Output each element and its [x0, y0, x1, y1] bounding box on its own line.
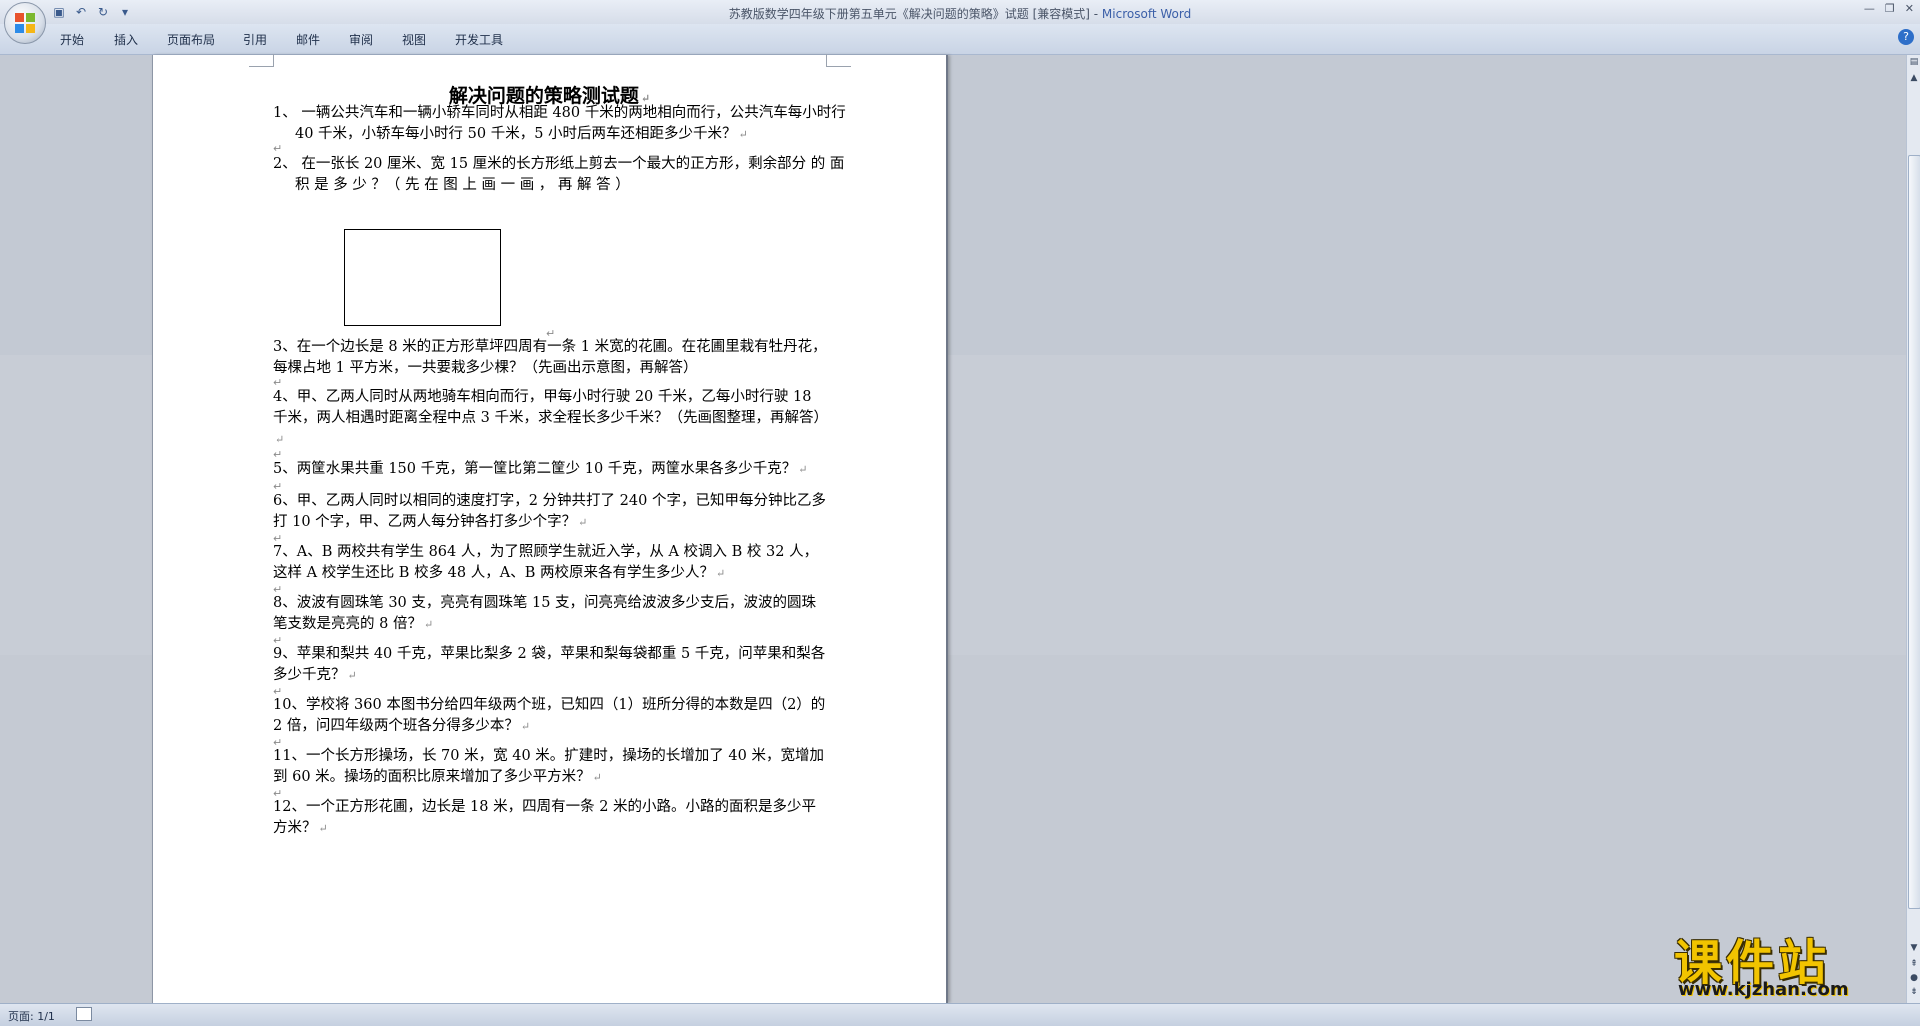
office-logo-icon [15, 13, 35, 33]
tab-page-layout[interactable]: 页面布局 [167, 31, 215, 48]
paragraph-mark: ↵ [318, 822, 328, 835]
question-11: 11、一个长方形操场，长 70 米，宽 40 米。扩建时，操场的长增加了 40 … [273, 746, 828, 788]
question-2: 2、 在一张长 20 厘米、宽 15 厘米的长方形纸上剪去一个最大的正方形，剩余… [273, 154, 850, 196]
minimize-button[interactable]: — [1864, 2, 1875, 15]
tab-review[interactable]: 审阅 [349, 31, 373, 48]
tab-mailings[interactable]: 邮件 [296, 31, 320, 48]
tab-home[interactable]: 开始 [60, 31, 84, 48]
watermark-url: www.kjzhan.com [1678, 979, 1849, 1000]
tab-references[interactable]: 引用 [243, 31, 267, 48]
ribbon-tab-bar: 开始 插入 页面布局 引用 邮件 审阅 视图 开发工具 ? [0, 24, 1920, 55]
vertical-scrollbar[interactable]: ▤ ▲ ▼ ⇞ ● ⇟ [1906, 55, 1920, 1003]
question-10: 10、学校将 360 本图书分给四年级两个班，已知四（1）班所分得的本数是四（2… [273, 695, 828, 737]
question-4: 4、甲、乙两人同时从两地骑车相向而行，甲每小时行驶 20 千米，乙每小时行驶 1… [273, 387, 828, 450]
scroll-down-icon[interactable]: ▼ [1908, 943, 1920, 957]
question-text: 5、两筐水果共重 150 千克，第一筐比第二筐少 10 千克，两筐水果各多少千克… [273, 461, 797, 477]
paragraph-mark: ↵ [715, 567, 726, 580]
document-page[interactable]: 解决问题的策略测试题 ↵ 1、 一辆公共汽车和一辆小轿车同时从相距 480 千米的… [152, 54, 948, 1003]
paragraph-mark: ↵ [738, 128, 748, 141]
question-text: 8、波波有圆珠笔 30 支，亮亮有圆珠笔 15 支，问亮亮给波波多少支后，波波的… [273, 595, 817, 632]
watermark-logo: 课件站 www.kjzhan.com [1670, 923, 1890, 1003]
question-text: 12、一个正方形花圃，边长是 18 米，四周有一条 2 米的小路。小路的面积是多… [273, 799, 817, 836]
page-count-status[interactable]: 页面: 1/1 [8, 1008, 55, 1024]
question-text: 3、在一个边长是 8 米的正方形草坪四周有一条 1 米宽的花圃。在花圃里栽有牡丹… [273, 339, 827, 376]
status-bar: 页面: 1/1 [0, 1003, 1920, 1026]
office-button[interactable] [4, 2, 46, 44]
tab-developer[interactable]: 开发工具 [455, 31, 503, 48]
question-text: 1、 一辆公共汽车和一辆小轿车同时从相距 480 千米的两地相向而行，公共汽车每… [273, 105, 846, 142]
question-12: 12、一个正方形花圃，边长是 18 米，四周有一条 2 米的小路。小路的面积是多… [273, 797, 828, 839]
question-text: 2、 在一张长 20 厘米、宽 15 厘米的长方形纸上剪去一个最大的正方形，剩余… [273, 156, 845, 193]
question-text: 4、甲、乙两人同时从两地骑车相向而行，甲每小时行驶 20 千米，乙每小时行驶 1… [273, 389, 828, 426]
paragraph-mark: ↵ [423, 618, 434, 631]
question-6: 6、甲、乙两人同时以相同的速度打字，2 分钟共打了 240 个字，已知甲每分钟比… [273, 491, 828, 533]
paragraph-mark: ↵ [592, 771, 602, 784]
question-text: 11、一个长方形操场，长 70 米，宽 40 米。扩建时，操场的长增加了 40 … [273, 748, 824, 785]
window-title-doc: 苏教版数学四年级下册第五单元《解决问题的策略》试题 [兼容模式] - [728, 7, 1102, 21]
window-title: 苏教版数学四年级下册第五单元《解决问题的策略》试题 [兼容模式] - Micro… [0, 5, 1920, 22]
question-1: 1、 一辆公共汽车和一辆小轿车同时从相距 480 千米的两地相向而行，公共汽车每… [273, 103, 850, 145]
question-8: 8、波波有圆珠笔 30 支，亮亮有圆珠笔 15 支，问亮亮给波波多少支后，波波的… [273, 593, 828, 635]
paragraph-mark: ↵ [520, 720, 531, 733]
previous-page-icon[interactable]: ⇞ [1908, 959, 1920, 973]
next-page-icon[interactable]: ⇟ [1908, 987, 1920, 1001]
crop-mark [826, 54, 851, 67]
drawing-rectangle [344, 229, 501, 326]
scroll-up-icon[interactable]: ▲ [1908, 73, 1920, 87]
browse-object-icon[interactable]: ● [1908, 973, 1920, 987]
paragraph-mark: ↵ [347, 669, 357, 682]
paragraph-mark: ↵ [275, 433, 285, 446]
ruler-toggle-icon[interactable]: ▤ [1908, 57, 1920, 71]
window-title-app: Microsoft Word [1101, 7, 1192, 21]
macro-recording-icon[interactable] [76, 1007, 92, 1021]
paragraph-mark: ↵ [578, 516, 588, 529]
title-bar: ▣ ↶ ↻ ▾ 苏教版数学四年级下册第五单元《解决问题的策略》试题 [兼容模式]… [0, 0, 1920, 24]
paragraph-mark: ↵ [798, 463, 808, 476]
crop-mark [249, 54, 274, 67]
scroll-thumb[interactable] [1908, 155, 1920, 909]
question-text: 10、学校将 360 本图书分给四年级两个班，已知四（1）班所分得的本数是四（2… [273, 697, 826, 734]
tab-insert[interactable]: 插入 [114, 31, 138, 48]
help-button[interactable]: ? [1898, 29, 1914, 45]
question-9: 9、苹果和梨共 40 千克，苹果比梨多 2 袋，苹果和梨每袋都重 5 千克，问苹… [273, 644, 828, 686]
question-3: 3、在一个边长是 8 米的正方形草坪四周有一条 1 米宽的花圃。在花圃里栽有牡丹… [273, 337, 828, 379]
window-controls: — ❐ ✕ [1864, 2, 1914, 15]
close-button[interactable]: ✕ [1905, 2, 1914, 15]
question-text: 6、甲、乙两人同时以相同的速度打字，2 分钟共打了 240 个字，已知甲每分钟比… [273, 493, 826, 530]
question-text: 7、A、B 两校共有学生 864 人，为了照顾学生就近入学，从 A 校调入 B … [273, 544, 819, 581]
question-5: 5、两筐水果共重 150 千克，第一筐比第二筐少 10 千克，两筐水果各多少千克… [273, 459, 828, 480]
restore-button[interactable]: ❐ [1885, 2, 1895, 15]
tab-view[interactable]: 视图 [402, 31, 426, 48]
question-7: 7、A、B 两校共有学生 864 人，为了照顾学生就近入学，从 A 校调入 B … [273, 542, 828, 584]
